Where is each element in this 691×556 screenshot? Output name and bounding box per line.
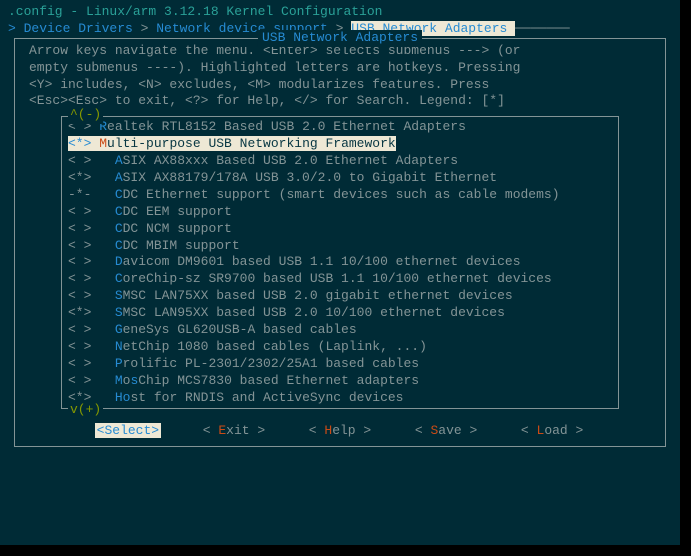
menu-item[interactable]: < > CoreChip-sz SR9700 based USB 1.1 10/… bbox=[62, 271, 618, 288]
help-button[interactable]: < Help > bbox=[307, 423, 373, 438]
menu-item[interactable]: < > ASIX AX88xxx Based USB 2.0 Ethernet … bbox=[62, 153, 618, 170]
menu-item[interactable]: < > GeneSys GL620USB-A based cables bbox=[62, 322, 618, 339]
menuconfig-window: .config - Linux/arm 3.12.18 Kernel Confi… bbox=[0, 0, 680, 545]
menu-item[interactable]: <*> Multi-purpose USB Networking Framewo… bbox=[62, 136, 618, 153]
scroll-up-indicator[interactable]: ^(-) bbox=[68, 107, 103, 124]
menu-item[interactable]: < > CDC EEM support bbox=[62, 204, 618, 221]
exit-button[interactable]: < Exit > bbox=[201, 423, 267, 438]
button-bar: <Select> < Exit > < Help > < Save > < Lo… bbox=[25, 423, 655, 440]
menu-item[interactable]: <*> SMSC LAN95XX based USB 2.0 10/100 et… bbox=[62, 305, 618, 322]
menu-item[interactable]: < > Prolific PL-2301/2302/25A1 based cab… bbox=[62, 356, 618, 373]
menu-item[interactable]: < > Davicom DM9601 based USB 1.1 10/100 … bbox=[62, 254, 618, 271]
menu-item[interactable]: < > Realtek RTL8152 Based USB 2.0 Ethern… bbox=[62, 119, 618, 136]
save-button[interactable]: < Save > bbox=[413, 423, 479, 438]
select-button[interactable]: <Select> bbox=[95, 423, 161, 438]
menu-list[interactable]: ^(-) < > Realtek RTL8152 Based USB 2.0 E… bbox=[61, 116, 619, 409]
box-title: USB Network Adapters bbox=[258, 30, 422, 47]
load-button[interactable]: < Load > bbox=[519, 423, 585, 438]
menu-item[interactable]: <*> Host for RNDIS and ActiveSync device… bbox=[62, 390, 618, 407]
menu-item[interactable]: < > CDC MBIM support bbox=[62, 238, 618, 255]
menu-item[interactable]: <*> ASIX AX88179/178A USB 3.0/2.0 to Gig… bbox=[62, 170, 618, 187]
menu-item[interactable]: < > MosChip MCS7830 based Ethernet adapt… bbox=[62, 373, 618, 390]
menu-item[interactable]: < > NetChip 1080 based cables (Laplink, … bbox=[62, 339, 618, 356]
help-text: Arrow keys navigate the menu. <Enter> se… bbox=[25, 41, 655, 113]
menu-item[interactable]: -*- CDC Ethernet support (smart devices … bbox=[62, 187, 618, 204]
menu-item[interactable]: < > CDC NCM support bbox=[62, 221, 618, 238]
window-title: .config - Linux/arm 3.12.18 Kernel Confi… bbox=[8, 4, 672, 21]
outer-box: USB Network Adapters Arrow keys navigate… bbox=[14, 38, 666, 448]
scroll-down-indicator[interactable]: v(+) bbox=[68, 402, 103, 419]
menu-item[interactable]: < > SMSC LAN75XX based USB 2.0 gigabit e… bbox=[62, 288, 618, 305]
